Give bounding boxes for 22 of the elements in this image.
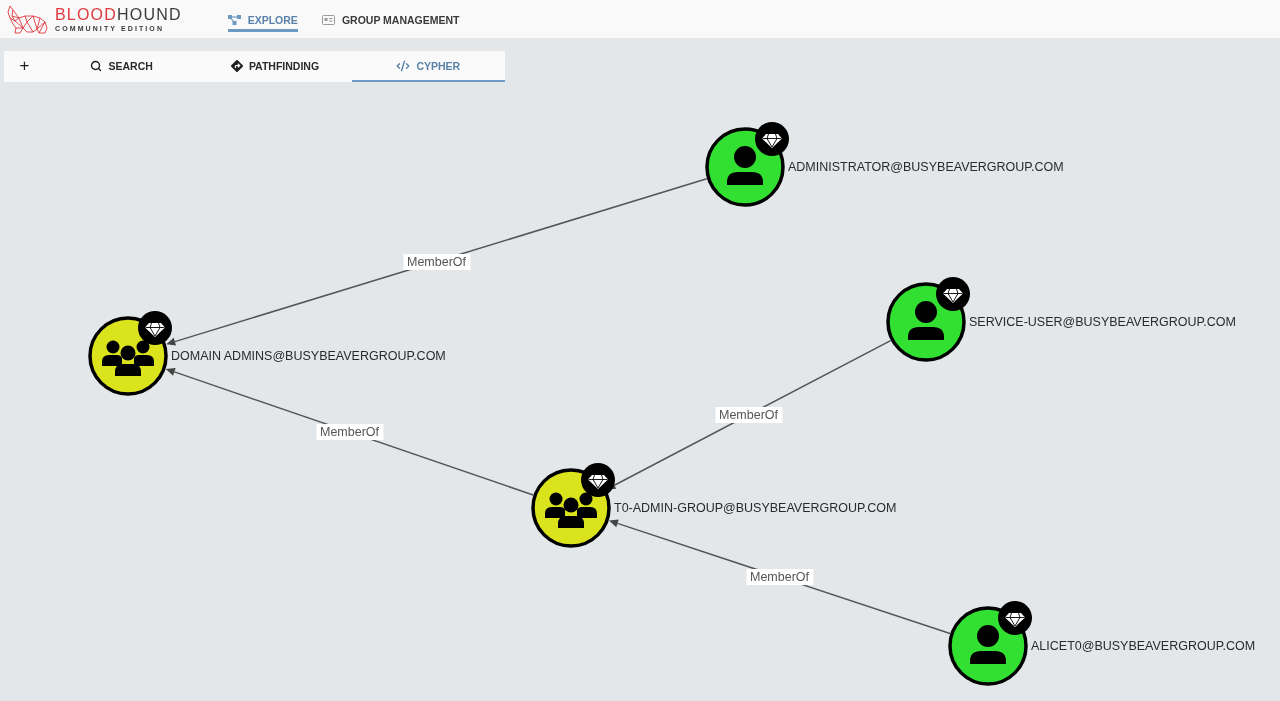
panel-tab[interactable]: SEARCH bbox=[45, 51, 199, 82]
node-label: ADMINISTRATOR@BUSYBEAVERGROUP.COM bbox=[788, 160, 1064, 174]
code-icon bbox=[396, 58, 411, 73]
edge-label: MemberOf bbox=[403, 253, 470, 270]
directions-icon bbox=[230, 59, 243, 72]
hound-logo bbox=[7, 4, 49, 34]
node-label: ALICET0@BUSYBEAVERGROUP.COM bbox=[1031, 639, 1256, 653]
edge-label: MemberOf bbox=[316, 424, 383, 440]
id-card-icon bbox=[321, 15, 335, 25]
network-icon bbox=[227, 15, 241, 25]
nav-tab[interactable]: EXPLORE bbox=[227, 10, 298, 32]
nav-tab[interactable]: GROUP MANAGEMENT bbox=[321, 10, 460, 32]
panel-tab[interactable]: CYPHER bbox=[351, 51, 505, 82]
panel-tab[interactable]: PATHFINDING bbox=[198, 51, 352, 82]
node-label: SERVICE-USER@BUSYBEAVERGROUP.COM bbox=[969, 315, 1236, 329]
edge-label: MemberOf bbox=[746, 569, 813, 585]
add-tab-button[interactable]: + bbox=[4, 51, 45, 82]
edge-label: MemberOf bbox=[715, 407, 782, 423]
search-icon bbox=[90, 59, 103, 72]
logo-wordmark: BLOODHOUND bbox=[55, 6, 182, 23]
node-label: DOMAIN ADMINS@BUSYBEAVERGROUP.COM bbox=[171, 349, 446, 363]
node-label: T0-ADMIN-GROUP@BUSYBEAVERGROUP.COM bbox=[614, 501, 897, 515]
